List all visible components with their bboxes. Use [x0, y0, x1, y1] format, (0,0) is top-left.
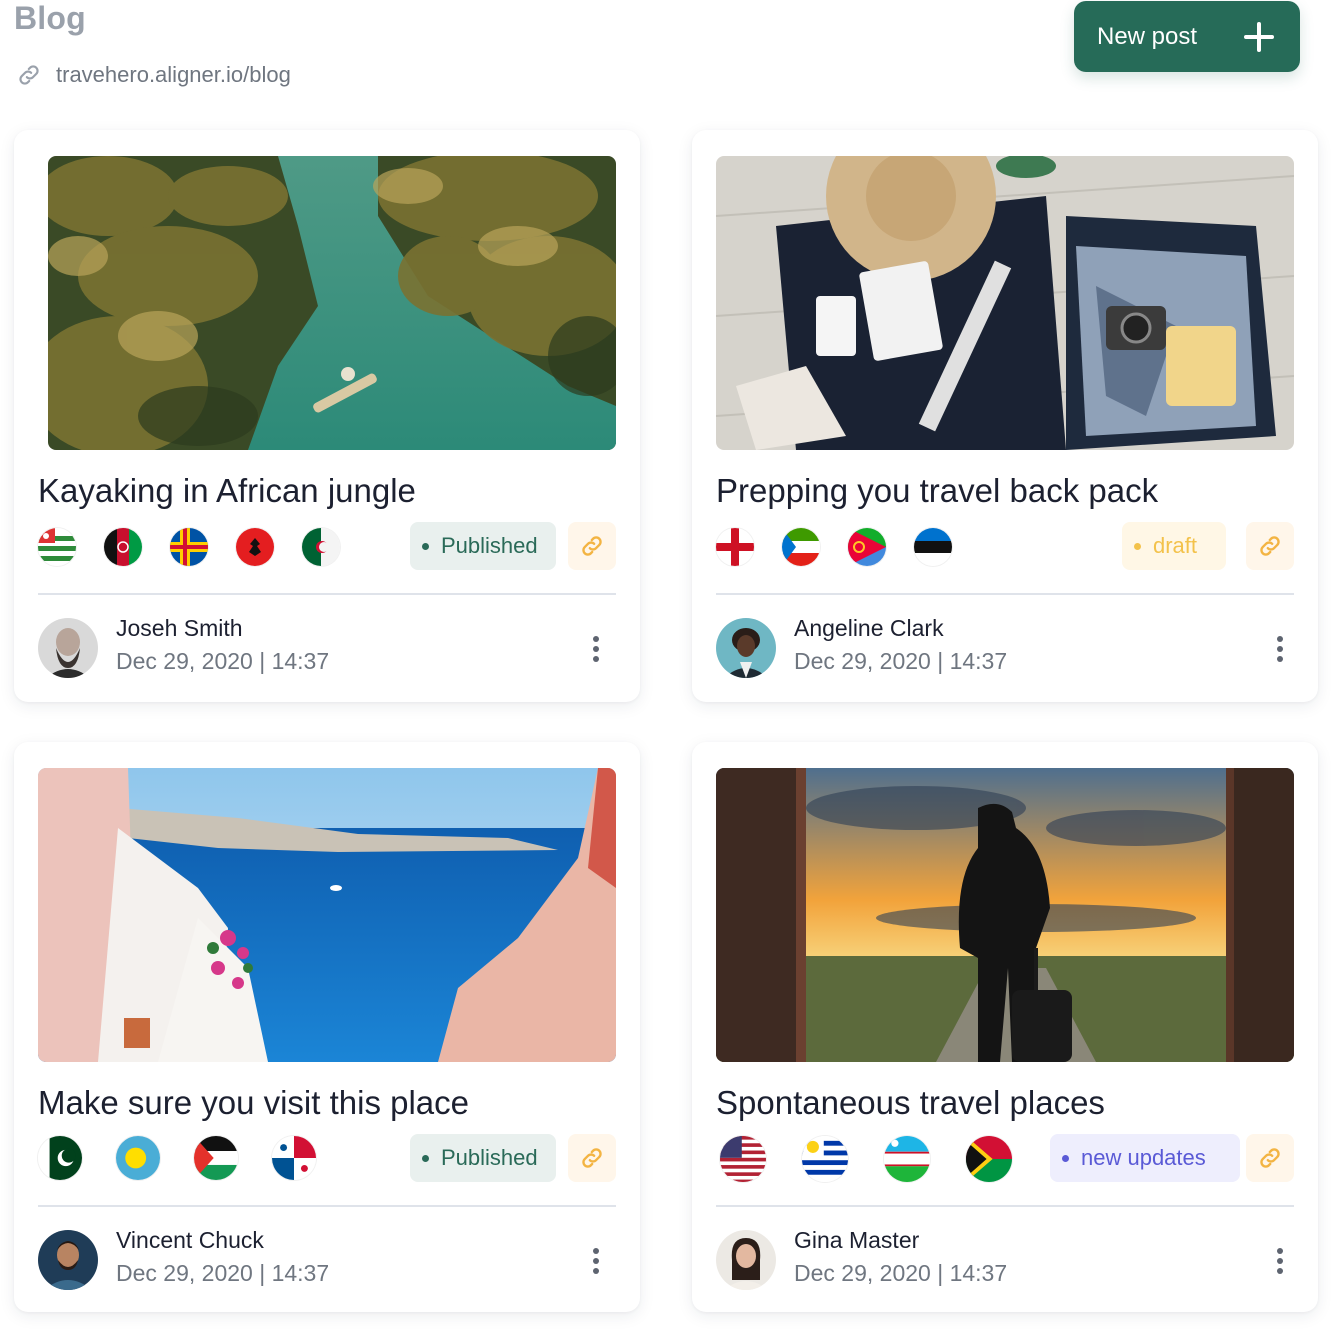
author-avatar[interactable] [38, 1230, 98, 1290]
aland-flag [170, 528, 208, 566]
dot [593, 1248, 599, 1254]
link-icon [1260, 536, 1280, 556]
palestine-flag [194, 1136, 238, 1180]
post-card[interactable]: Spontaneous travel places new updates Gi… [692, 742, 1318, 1312]
status-dot [422, 1154, 429, 1162]
new-post-label: New post [1097, 22, 1198, 50]
post-date: Dec 29, 2020 | 14:37 [116, 1260, 330, 1286]
post-title[interactable]: Kayaking in African jungle [38, 472, 416, 510]
divider [716, 593, 1294, 595]
link-icon [19, 65, 39, 85]
abkhazia-flag [38, 528, 76, 566]
uzbekistan-flag [884, 1136, 930, 1182]
post-date: Dec 29, 2020 | 14:37 [794, 1260, 1008, 1286]
country-flags [720, 1136, 1012, 1182]
link-icon [582, 1148, 602, 1168]
post-title[interactable]: Make sure you visit this place [38, 1084, 469, 1122]
copy-link-button[interactable] [568, 1134, 616, 1182]
dot [593, 1268, 599, 1274]
status-label: draft [1153, 533, 1198, 558]
equatorial-guinea-flag [782, 528, 820, 566]
status-dot [1062, 1154, 1069, 1162]
author-avatar[interactable] [716, 1230, 776, 1290]
post-card[interactable]: Prepping you travel back pack draft Ange… [692, 130, 1318, 702]
post-card[interactable]: Make sure you visit this place Published [14, 742, 640, 1312]
post-title[interactable]: Prepping you travel back pack [716, 472, 1158, 510]
panama-flag [272, 1136, 316, 1180]
algeria-flag [302, 528, 340, 566]
status-dot [1134, 542, 1141, 550]
link-icon [1260, 1148, 1280, 1168]
status-label: Published [441, 533, 538, 558]
more-options-button[interactable] [1270, 1246, 1290, 1276]
dot [1277, 646, 1283, 652]
status-badge: Published [410, 1134, 556, 1182]
albania-flag [236, 528, 274, 566]
blog-page: Blog travehero.aligner.io/blog New post [0, 0, 1334, 1333]
vanuatu-flag [966, 1136, 1012, 1182]
status-badge: Published [410, 522, 556, 570]
country-flags [38, 1136, 316, 1180]
author-avatar[interactable] [38, 618, 98, 678]
copy-link-button[interactable] [1246, 522, 1294, 570]
dot [1277, 1248, 1283, 1254]
copy-link-button[interactable] [568, 522, 616, 570]
eritrea-flag [848, 528, 886, 566]
pakistan-flag [38, 1136, 82, 1180]
blog-url[interactable]: travehero.aligner.io/blog [16, 62, 291, 88]
palau-flag [116, 1136, 160, 1180]
dot [1277, 636, 1283, 642]
link-icon [582, 536, 602, 556]
copy-link-button[interactable] [1246, 1134, 1294, 1182]
dot [1277, 1268, 1283, 1274]
dot [593, 646, 599, 652]
plus-icon [1244, 21, 1274, 52]
dot [1277, 1258, 1283, 1264]
divider [716, 1205, 1294, 1207]
uruguay-flag [802, 1136, 848, 1182]
dot [593, 636, 599, 642]
status-badge: new updates [1050, 1134, 1240, 1182]
post-image-jungle-river[interactable] [48, 156, 616, 450]
divider [38, 1205, 616, 1207]
status-dot [422, 542, 429, 550]
country-flags [38, 528, 340, 566]
page-title: Blog [14, 0, 86, 36]
status-label: new updates [1081, 1145, 1206, 1170]
dot [593, 656, 599, 662]
country-flags [716, 528, 952, 566]
post-image-suitcase[interactable] [716, 156, 1294, 450]
author-name: Joseh Smith [116, 615, 243, 641]
author-avatar[interactable] [716, 618, 776, 678]
england-flag [716, 528, 754, 566]
more-options-button[interactable] [586, 1246, 606, 1276]
blog-url-text: travehero.aligner.io/blog [56, 62, 291, 87]
divider [38, 593, 616, 595]
post-date: Dec 29, 2020 | 14:37 [116, 648, 330, 674]
post-title[interactable]: Spontaneous travel places [716, 1084, 1105, 1122]
author-name: Vincent Chuck [116, 1227, 264, 1253]
more-options-button[interactable] [1270, 634, 1290, 664]
more-options-button[interactable] [586, 634, 606, 664]
post-image-traveler-sunset[interactable] [716, 768, 1294, 1062]
usa-flag [720, 1136, 766, 1182]
status-badge: draft [1122, 522, 1226, 570]
estonia-flag [914, 528, 952, 566]
afghanistan-flag [104, 528, 142, 566]
author-name: Gina Master [794, 1227, 920, 1253]
dot [1277, 656, 1283, 662]
author-name: Angeline Clark [794, 615, 944, 641]
new-post-button[interactable]: New post [1074, 1, 1300, 72]
post-card[interactable]: Kayaking in African jungle Published Jos… [14, 130, 640, 702]
post-image-sea-view[interactable] [38, 768, 616, 1062]
status-label: Published [441, 1145, 538, 1170]
post-date: Dec 29, 2020 | 14:37 [794, 648, 1008, 674]
dot [593, 1258, 599, 1264]
